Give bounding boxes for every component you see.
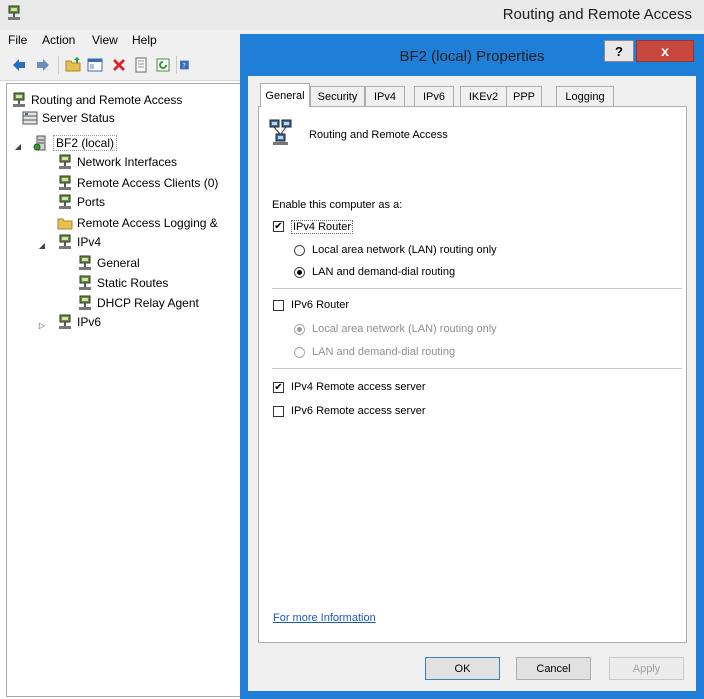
tab-security[interactable]: Security [310,86,365,106]
network-icon [59,175,71,190]
tab-ppp[interactable]: PPP [506,86,542,106]
tree-item-server-bf2[interactable]: BF2 (local) [33,134,118,152]
ipv4-lan-only-label[interactable]: Local area network (LAN) routing only [312,244,497,256]
tree-item-remote-access-clients[interactable]: Remote Access Clients (0) [57,174,218,192]
ipv4-lan-only-radio[interactable] [294,245,305,256]
back-arrow-icon[interactable] [10,56,28,74]
tree-label: IPv4 [77,235,102,249]
network-icon [59,314,71,329]
delete-icon[interactable] [110,56,128,74]
tree-item-ipv4[interactable]: IPv4 [57,233,101,251]
up-folder-icon[interactable] [64,56,82,74]
tree-label: Server Status [42,111,115,125]
tree-item-network-interfaces[interactable]: Network Interfaces [57,153,177,171]
close-button[interactable]: x [636,40,694,62]
routing-app-icon [8,5,20,20]
ipv6-lan-only-label: Local area network (LAN) routing only [312,323,497,335]
menu-file[interactable]: File [8,33,27,47]
tree-item-server-status[interactable]: Server Status [22,109,115,127]
server-list-icon [22,111,38,125]
console-tree: Routing and Remote Access Server Status … [6,83,244,697]
ipv6-remote-access-label[interactable]: IPv6 Remote access server [291,405,426,417]
ipv6-lan-demand-label: LAN and demand-dial routing [312,346,456,358]
tree-label: Routing and Remote Access [31,93,183,107]
properties-dialog: BF2 (local) Properties ? x General Secur… [240,34,704,699]
tree-item-ipv6[interactable]: IPv6 [57,313,101,331]
ipv4-remote-access-label[interactable]: IPv4 Remote access server [291,381,426,393]
toolbar-separator [58,56,59,74]
network-icon [79,275,91,290]
help-icon[interactable]: ? [180,56,190,74]
forward-arrow-icon[interactable] [34,56,52,74]
network-icon [59,194,71,209]
tree-label: Remote Access Logging & [77,216,218,230]
tab-ikev2[interactable]: IKEv2 [460,86,507,106]
folder-icon [57,218,73,230]
help-button[interactable]: ? [604,40,634,62]
refresh-icon[interactable] [154,56,172,74]
dialog-body: General Security IPv4 IPv6 IKEv2 PPP Log… [248,76,696,691]
show-hide-console-tree-icon[interactable] [86,56,104,74]
cancel-button[interactable]: Cancel [516,657,591,680]
tree-item-dhcp-relay-agent[interactable]: DHCP Relay Agent [77,294,199,312]
expand-arrow-icon[interactable]: ▷ [37,320,47,330]
collapse-arrow-icon[interactable]: ◢ [13,141,23,151]
ipv4-lan-demand-radio[interactable] [294,267,305,278]
menu-view[interactable]: View [92,33,118,47]
tree-item-static-routes[interactable]: Static Routes [77,274,168,292]
network-icon [59,154,71,169]
ipv6-remote-access-checkbox[interactable] [273,406,284,417]
tree-item-general[interactable]: General [77,254,140,272]
tree-item-routing-root[interactable]: Routing and Remote Access [11,91,182,109]
ok-button[interactable]: OK [425,657,500,680]
tab-general[interactable]: General [260,83,310,107]
ipv4-router-checkbox[interactable]: ✔ [273,221,284,232]
tree-label: Remote Access Clients (0) [77,176,219,190]
tab-logging[interactable]: Logging [556,86,614,106]
network-icon [59,234,71,249]
more-information-link[interactable]: For more Information [273,612,376,624]
menu-help[interactable]: Help [132,33,157,47]
tree-label: BF2 (local) [53,135,118,151]
ipv6-router-checkbox[interactable] [273,300,284,311]
section-divider [272,368,682,369]
tree-label: Static Routes [97,276,169,290]
check-mark-icon: ✔ [274,381,283,393]
tree-label: DHCP Relay Agent [97,296,199,310]
ipv4-remote-access-checkbox[interactable]: ✔ [273,382,284,393]
ipv4-router-label[interactable]: IPv4 Router [291,220,354,234]
tree-item-remote-access-logging[interactable]: Remote Access Logging & [57,214,218,232]
menu-action[interactable]: Action [42,33,75,47]
tab-ipv6[interactable]: IPv6 [414,86,454,106]
tree-label: General [97,256,140,270]
tree-label: IPv6 [77,315,102,329]
header-label: Routing and Remote Access [309,129,448,141]
general-tab-panel: Routing and Remote Access Enable this co… [258,106,687,643]
ipv6-lan-only-radio [294,324,305,335]
tree-item-ports[interactable]: Ports [57,193,105,211]
dialog-title: BF2 (local) Properties [399,48,545,65]
enable-label: Enable this computer as a: [272,199,403,211]
toolbar-separator [176,56,177,74]
properties-icon[interactable] [132,56,150,74]
tab-ipv4[interactable]: IPv4 [365,86,405,106]
section-divider [272,288,682,289]
check-mark-icon: ✔ [274,220,283,232]
network-icon [79,295,91,310]
ipv6-router-label[interactable]: IPv6 Router [291,299,349,311]
network-icon [79,255,91,270]
tree-label: Ports [77,195,106,209]
window-title: Routing and Remote Access [502,6,692,23]
routing-remote-access-icon [269,119,292,145]
server-icon [33,135,46,151]
ipv4-lan-demand-label[interactable]: LAN and demand-dial routing [312,266,455,278]
tree-label: Network Interfaces [77,155,178,169]
svg-text:?: ? [183,63,186,70]
network-icon [13,92,25,107]
collapse-arrow-icon[interactable]: ◢ [37,240,47,250]
ipv6-lan-demand-radio [294,347,305,358]
apply-button[interactable]: Apply [609,657,684,680]
main-title-bar: Routing and Remote Access [0,0,704,30]
